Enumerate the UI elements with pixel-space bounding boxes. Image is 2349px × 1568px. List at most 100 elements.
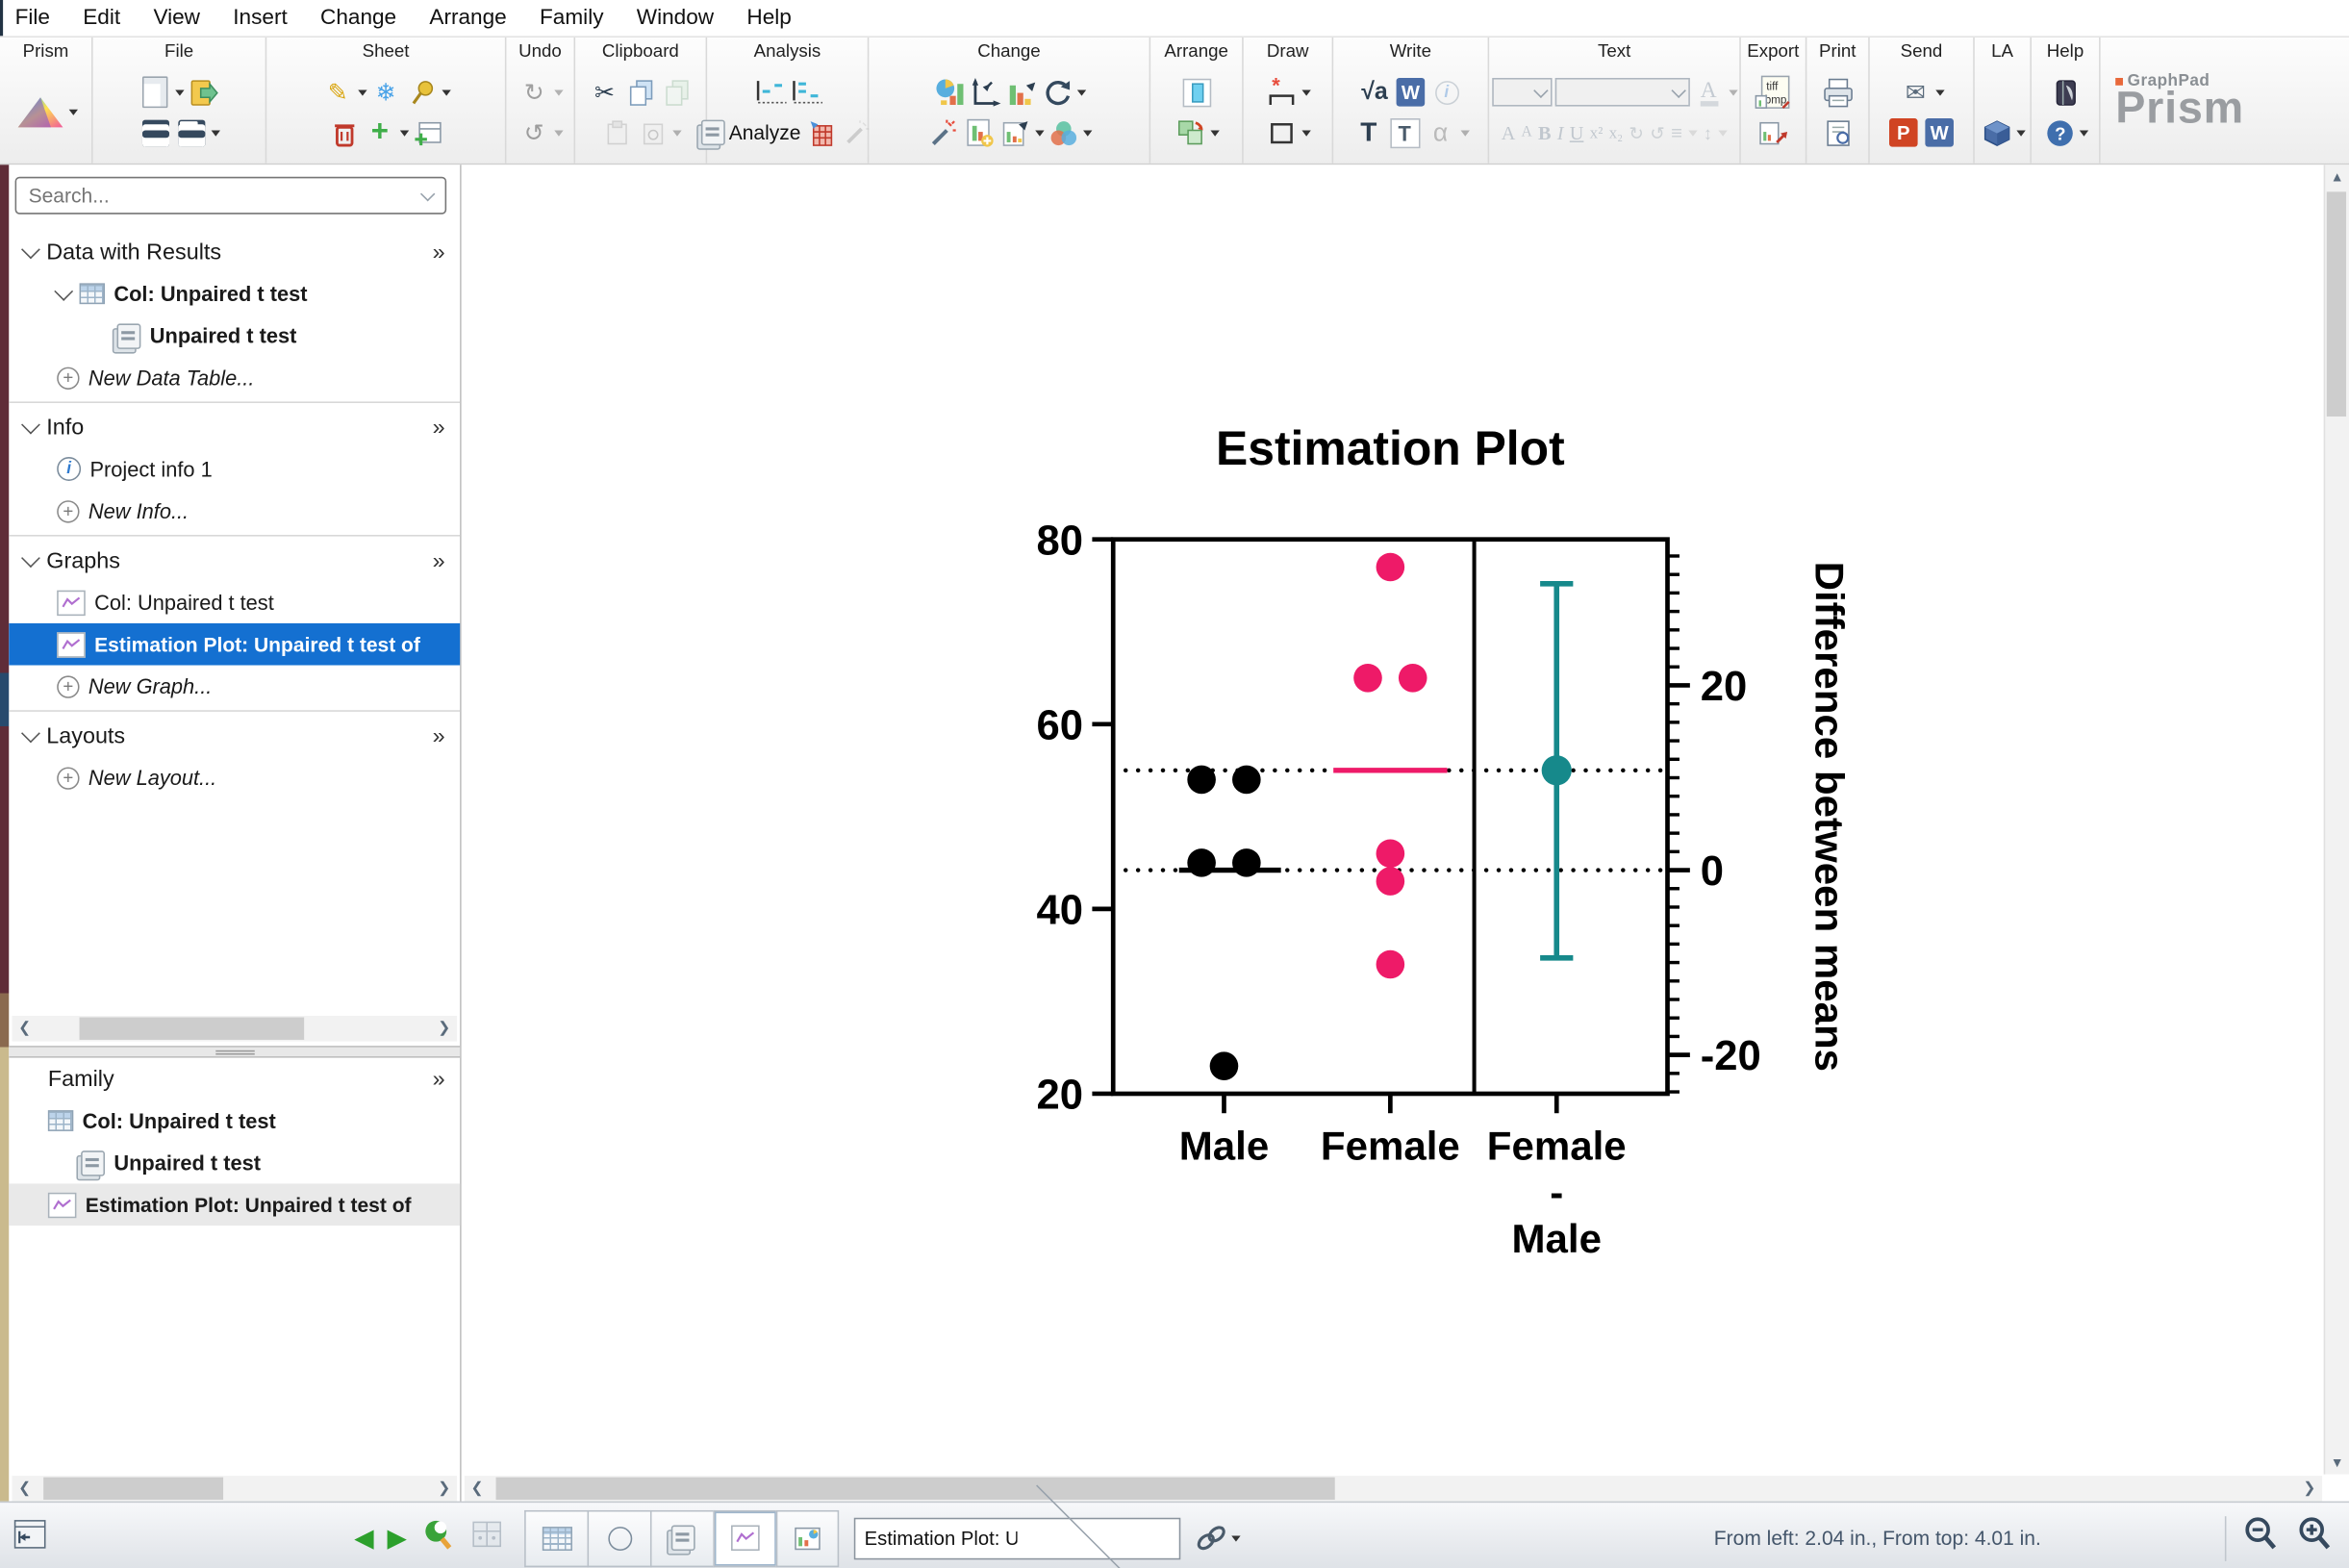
expand-icon[interactable]: »	[433, 415, 461, 440]
italic-button[interactable]: I	[1557, 120, 1564, 144]
scrollbar-thumb[interactable]	[79, 1017, 305, 1040]
font-decrease-button[interactable]: A	[1522, 124, 1532, 140]
font-family-select[interactable]	[1553, 77, 1690, 107]
go-forward-button[interactable]: ▶	[381, 1523, 414, 1553]
add-info-button[interactable]: i	[1430, 76, 1463, 109]
rotate-text-right-button[interactable]: ↺	[1650, 122, 1665, 143]
collapse-sidebar-button[interactable]	[12, 1516, 47, 1559]
scroll-down-arrow[interactable]: ▼	[2325, 1451, 2349, 1475]
lab-archive-button[interactable]	[1980, 116, 2012, 149]
sidebar-item-estimation-plot-selected[interactable]: Estimation Plot: Unpaired t test of	[9, 622, 461, 666]
t-test-icon[interactable]	[753, 76, 786, 109]
undo-button[interactable]: ↻	[518, 76, 550, 109]
view-graph-button[interactable]	[713, 1509, 776, 1567]
sheet-selector-dropdown[interactable]: Estimation Plot: Unpaired t test	[853, 1478, 1181, 1568]
chevron-down-icon[interactable]	[419, 186, 436, 201]
font-size-select[interactable]	[1491, 77, 1552, 107]
paste-button[interactable]	[660, 76, 693, 109]
menu-insert[interactable]: Insert	[216, 0, 304, 36]
linked-sheets-button[interactable]	[1193, 1520, 1241, 1555]
search-box[interactable]	[14, 176, 447, 215]
search-input[interactable]	[16, 184, 423, 207]
view-info-button[interactable]	[587, 1509, 650, 1567]
draw-shape-icon[interactable]	[1265, 116, 1298, 149]
panel-splitter[interactable]	[9, 1046, 461, 1058]
section-data-with-results[interactable]: Data with Results »	[9, 231, 460, 273]
save-as-button[interactable]	[174, 116, 207, 149]
section-layouts[interactable]: Layouts »	[9, 715, 460, 757]
sidebar-item-new-graph[interactable]: + New Graph...	[9, 666, 460, 708]
freeze-sheet-icon[interactable]: ❄	[369, 76, 402, 109]
new-file-button[interactable]	[139, 76, 171, 109]
section-info[interactable]: Info »	[9, 406, 460, 448]
estimation-plot-chart[interactable]: Estimation Plot 80 60 40 20 20 0 -20 Male Female F…	[959, 392, 1903, 1352]
paste-link-button[interactable]	[636, 116, 669, 149]
cut-button[interactable]: ✂	[588, 76, 620, 109]
scrollbar-thumb[interactable]	[43, 1477, 224, 1501]
graph-type-icon[interactable]	[933, 76, 966, 109]
menu-view[interactable]: View	[137, 0, 216, 36]
chevron-down-icon[interactable]	[21, 414, 40, 434]
find-sheet-button[interactable]	[419, 1516, 455, 1559]
family-item-data-table[interactable]: Col: Unpaired t test	[9, 1100, 460, 1142]
new-sheet-icon[interactable]: +	[364, 115, 396, 149]
print-button[interactable]	[1821, 76, 1854, 109]
swap-axes-icon[interactable]	[969, 76, 1001, 109]
magic-wand-icon[interactable]	[926, 116, 959, 149]
scroll-left-arrow[interactable]: ❮	[465, 1476, 490, 1501]
section-graphs[interactable]: Graphs »	[9, 540, 460, 582]
sidebar-item-results[interactable]: Unpaired t test	[9, 315, 460, 357]
chevron-down-icon[interactable]	[21, 239, 40, 259]
expand-icon[interactable]: »	[433, 547, 461, 572]
wand-icon[interactable]	[840, 116, 872, 149]
refresh-data-icon[interactable]	[1041, 76, 1073, 109]
subscript-button[interactable]: x₂	[1609, 123, 1624, 141]
sidebar-item-project-info[interactable]: i Project info 1	[9, 448, 460, 491]
zoom-in-button[interactable]	[2295, 1515, 2334, 1561]
line-spacing-button[interactable]: ↕	[1704, 122, 1712, 143]
text-tool-button[interactable]: T	[1352, 116, 1385, 149]
menu-change[interactable]: Change	[304, 0, 413, 36]
view-results-button[interactable]	[649, 1509, 714, 1567]
menu-help[interactable]: Help	[730, 0, 808, 36]
prism-button[interactable]	[14, 92, 78, 133]
view-data-table-button[interactable]	[524, 1509, 588, 1567]
open-file-button[interactable]	[187, 76, 219, 109]
new-analysis-icon[interactable]	[804, 116, 837, 149]
underline-button[interactable]: U	[1570, 120, 1584, 144]
sidebar-item-new-layout[interactable]: + New Layout...	[9, 757, 460, 799]
sheet-gallery-button[interactable]	[470, 1519, 503, 1556]
redo-button[interactable]: ↺	[518, 116, 550, 149]
save-button[interactable]	[139, 116, 171, 149]
canvas-vertical-scrollbar[interactable]: ▲ ▼	[2323, 164, 2349, 1475]
equation-button[interactable]: √a	[1358, 76, 1391, 109]
go-back-button[interactable]: ◀	[347, 1523, 380, 1553]
send-word-button[interactable]: W	[1923, 116, 1956, 149]
sidebar-item-new-info[interactable]: + New Info...	[9, 490, 460, 532]
menu-family[interactable]: Family	[523, 0, 620, 36]
delete-sheet-icon[interactable]	[327, 116, 360, 149]
add-plot-icon[interactable]	[963, 116, 996, 149]
email-button[interactable]: ✉	[1899, 76, 1932, 109]
menu-file[interactable]: File	[15, 0, 67, 36]
help-button[interactable]: ?	[2043, 116, 2076, 149]
font-increase-button[interactable]: A	[1502, 120, 1516, 144]
sidebar-bottom-scrollbar[interactable]: ❮ ❯	[12, 1476, 458, 1502]
font-color-button[interactable]: A	[1692, 76, 1725, 109]
change-order-icon[interactable]	[1004, 76, 1037, 109]
canvas-horizontal-scrollbar[interactable]: ❮ ❯	[464, 1476, 2323, 1502]
sidebar-scrollbar[interactable]: ❮ ❯	[12, 1015, 458, 1042]
rotate-text-left-button[interactable]: ↻	[1629, 122, 1644, 143]
export-graph-button[interactable]	[1756, 116, 1789, 149]
superscript-button[interactable]: x²	[1590, 123, 1604, 141]
guides-button[interactable]	[2049, 76, 2082, 109]
zoom-out-button[interactable]	[2241, 1515, 2280, 1561]
sidebar-item-graph-col[interactable]: Col: Unpaired t test	[9, 581, 460, 623]
placement-icon[interactable]	[1180, 76, 1213, 109]
color-scheme-icon[interactable]	[1047, 116, 1079, 149]
copy-button[interactable]	[624, 76, 657, 109]
bold-button[interactable]: B	[1538, 120, 1552, 144]
word-export-button[interactable]: W	[1394, 76, 1427, 109]
menu-edit[interactable]: Edit	[66, 0, 137, 36]
align-button[interactable]: ≡	[1671, 121, 1682, 143]
